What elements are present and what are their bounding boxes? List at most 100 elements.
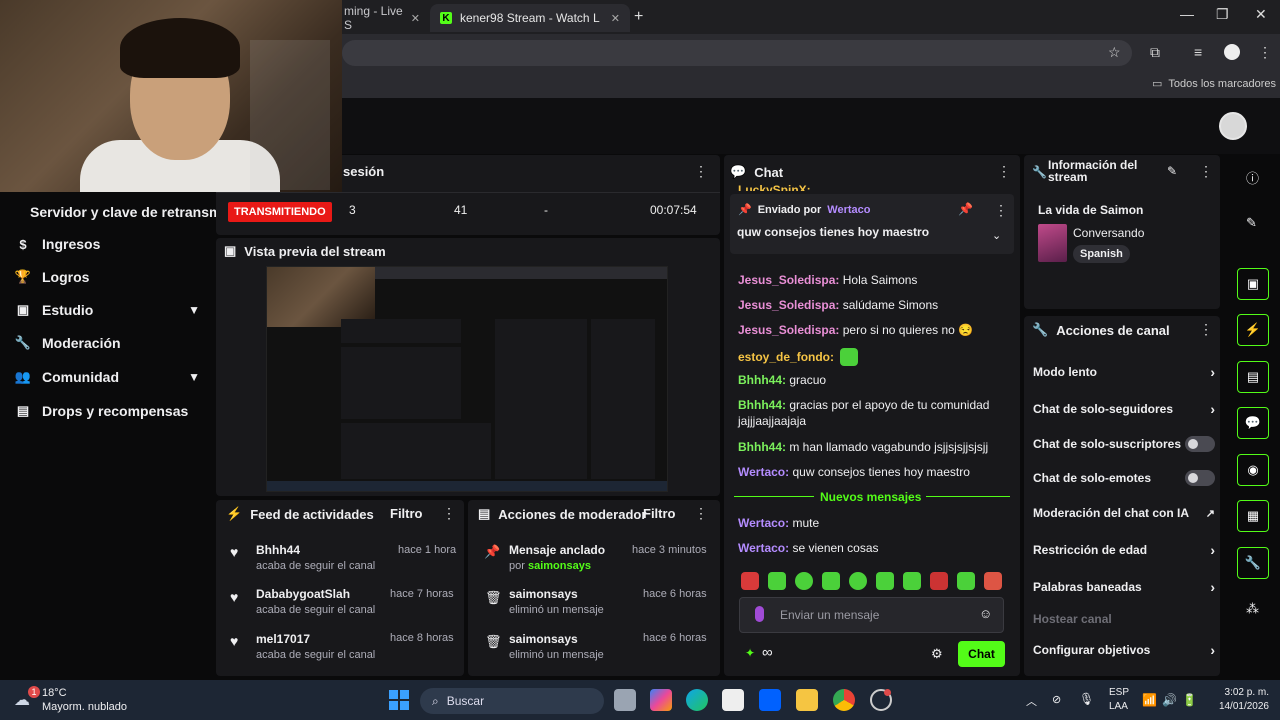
close-icon[interactable]: ✕ — [611, 12, 620, 25]
star-icon[interactable]: ☆ — [1108, 44, 1121, 61]
edit-icon[interactable]: ✎ — [1167, 164, 1177, 178]
filter-button[interactable]: Filtro — [390, 506, 423, 521]
kebab-menu-icon[interactable]: ⋮ — [1199, 321, 1213, 338]
chat-input[interactable]: Enviar un mensaje — [780, 608, 879, 622]
emoji-picker-icon[interactable]: ☺ — [979, 606, 992, 621]
send-chat-button[interactable]: Chat — [958, 641, 1005, 667]
chat-username[interactable]: Bhhh44: — [738, 373, 786, 387]
clock-time[interactable]: 3:02 p. m. — [1219, 687, 1269, 698]
edit-icon[interactable]: ✎ — [1246, 215, 1257, 231]
store-icon[interactable] — [722, 689, 744, 711]
taskbar-search[interactable]: ⌕ Buscar — [420, 688, 604, 714]
banned-words-item[interactable]: Palabras baneadas › — [1033, 579, 1215, 595]
filter-button[interactable]: Filtro — [643, 506, 676, 521]
browser-tab-active[interactable]: K kener98 Stream - Watch Live or ✕ — [430, 4, 630, 32]
profile-icon[interactable] — [1224, 44, 1240, 60]
extensions-icon[interactable]: ⧉ — [1150, 44, 1160, 61]
chat-username[interactable]: Jesus_Soledispa: — [738, 298, 839, 312]
chat-username[interactable]: Wertaco: — [738, 541, 789, 555]
wrench-icon[interactable]: 🔧 — [1237, 547, 1269, 579]
emote-icon[interactable] — [741, 572, 759, 590]
ai-moderation-item[interactable]: Moderación del chat con IA ↗ — [1033, 506, 1215, 520]
pin-icon[interactable]: 📌 — [958, 202, 973, 216]
media-icon[interactable]: ≡ — [1194, 44, 1202, 60]
pinned-user[interactable]: Wertaco — [827, 204, 870, 216]
weather-desc[interactable]: Mayorm. nublado — [42, 701, 127, 713]
stream-category[interactable]: Conversando — [1073, 226, 1144, 240]
all-bookmarks[interactable]: ▭ Todos los marcadores — [1152, 77, 1276, 91]
battery-icon[interactable]: 🔋 — [1182, 693, 1197, 707]
kebab-menu-icon[interactable]: ⋮ — [994, 202, 1008, 219]
chat-username[interactable]: Jesus_Soledispa: — [738, 273, 839, 287]
sidebar-title[interactable]: Servidor y clave de retransm — [30, 204, 218, 220]
followers-only-item[interactable]: Chat de solo-seguidores › — [1033, 401, 1215, 417]
layout-icon[interactable]: ▦ — [1237, 500, 1269, 532]
language-bottom[interactable]: LAA — [1109, 701, 1128, 712]
points-icon[interactable]: ✦ — [745, 646, 755, 660]
camera-icon[interactable]: ▣ — [1237, 268, 1269, 300]
sidebar-item-comunidad[interactable]: 👥 Comunidad ▼ — [15, 369, 200, 385]
kebab-menu-icon[interactable]: ⋮ — [442, 505, 456, 522]
close-icon[interactable]: ✕ — [411, 12, 420, 25]
broadcast-icon[interactable]: ◉ — [1237, 454, 1269, 486]
minimize-icon[interactable]: — — [1180, 6, 1194, 22]
category-thumbnail[interactable] — [1038, 224, 1067, 262]
chat-username[interactable]: estoy_de_fondo: — [738, 350, 834, 364]
new-tab-button[interactable]: + — [634, 8, 643, 26]
info-icon[interactable]: ⓘ — [1246, 168, 1259, 187]
feed-user[interactable]: Bhhh44 — [256, 543, 300, 557]
url-field[interactable] — [342, 40, 1132, 66]
chat-username[interactable]: Wertaco: — [738, 516, 789, 530]
window-close-icon[interactable]: ✕ — [1255, 6, 1267, 23]
wifi-icon[interactable]: 📶 — [1142, 693, 1157, 707]
avatar[interactable] — [1219, 112, 1247, 140]
configure-goals-item[interactable]: Configurar objetivos › — [1033, 642, 1215, 658]
kebab-menu-icon[interactable]: ⋮ — [694, 163, 708, 180]
emotes-only-toggle[interactable] — [1185, 470, 1215, 486]
microphone-icon[interactable] — [755, 606, 764, 622]
mod-action-name[interactable]: saimonsays — [509, 632, 578, 646]
emote-icon[interactable] — [930, 572, 948, 590]
emote-icon[interactable] — [822, 572, 840, 590]
chat-username[interactable]: Jesus_Soledispa: — [738, 323, 839, 337]
weather-temp[interactable]: 18°C — [42, 687, 67, 699]
microphone-icon[interactable]: 🎙 — [1079, 692, 1094, 706]
volume-icon[interactable]: 🔊 — [1162, 693, 1177, 707]
language-top[interactable]: ESP — [1109, 687, 1129, 698]
emote-icon[interactable] — [849, 572, 867, 590]
kebab-menu-icon[interactable]: ⋮ — [997, 163, 1011, 180]
feed-user[interactable]: mel17017 — [256, 632, 310, 646]
sidebar-item-drops[interactable]: ▤ Drops y recompensas — [16, 403, 200, 419]
mod-action-user[interactable]: saimonsays — [528, 560, 591, 572]
emote-icon[interactable] — [876, 572, 894, 590]
document-icon[interactable]: ▤ — [1237, 361, 1269, 393]
age-restriction-item[interactable]: Restricción de edad › — [1033, 542, 1215, 558]
stream-preview-video[interactable] — [266, 266, 668, 492]
clock-date[interactable]: 14/01/2026 — [1210, 701, 1269, 712]
sidebar-item-moderacion[interactable]: 🔧 Moderación — [15, 335, 200, 351]
chrome-icon[interactable] — [833, 689, 855, 711]
file-explorer-icon[interactable] — [796, 689, 818, 711]
emote-icon[interactable] — [984, 572, 1002, 590]
chat-username[interactable]: Bhhh44: — [738, 398, 786, 412]
emote-icon[interactable] — [795, 572, 813, 590]
mod-action-name[interactable]: saimonsays — [509, 587, 578, 601]
edge-icon[interactable] — [686, 689, 708, 711]
share-icon[interactable]: ⁂ — [1246, 601, 1259, 617]
copilot-icon[interactable] — [650, 689, 672, 711]
emote-icon[interactable] — [957, 572, 975, 590]
chevron-down-icon[interactable]: ⌄ — [992, 229, 1001, 242]
kebab-menu-icon[interactable]: ⋮ — [1199, 163, 1213, 180]
task-view-icon[interactable] — [614, 689, 636, 711]
maximize-icon[interactable]: ❐ — [1216, 6, 1229, 23]
chat-bubble-icon[interactable]: 💬 — [1237, 407, 1269, 439]
chevron-up-icon[interactable]: ︿ — [1026, 693, 1037, 709]
windows-start-icon[interactable] — [389, 690, 409, 710]
feed-user[interactable]: DababygoatSlah — [256, 587, 350, 601]
sidebar-item-ingresos[interactable]: $ Ingresos — [16, 236, 200, 252]
bolt-icon[interactable]: ⚡ — [1237, 314, 1269, 346]
slow-mode-item[interactable]: Modo lento › — [1033, 364, 1215, 380]
kebab-menu-icon[interactable]: ⋮ — [694, 505, 708, 522]
sidebar-item-estudio[interactable]: ▣ Estudio ▼ — [16, 302, 200, 318]
no-network-icon[interactable]: ⊘ — [1052, 693, 1061, 706]
